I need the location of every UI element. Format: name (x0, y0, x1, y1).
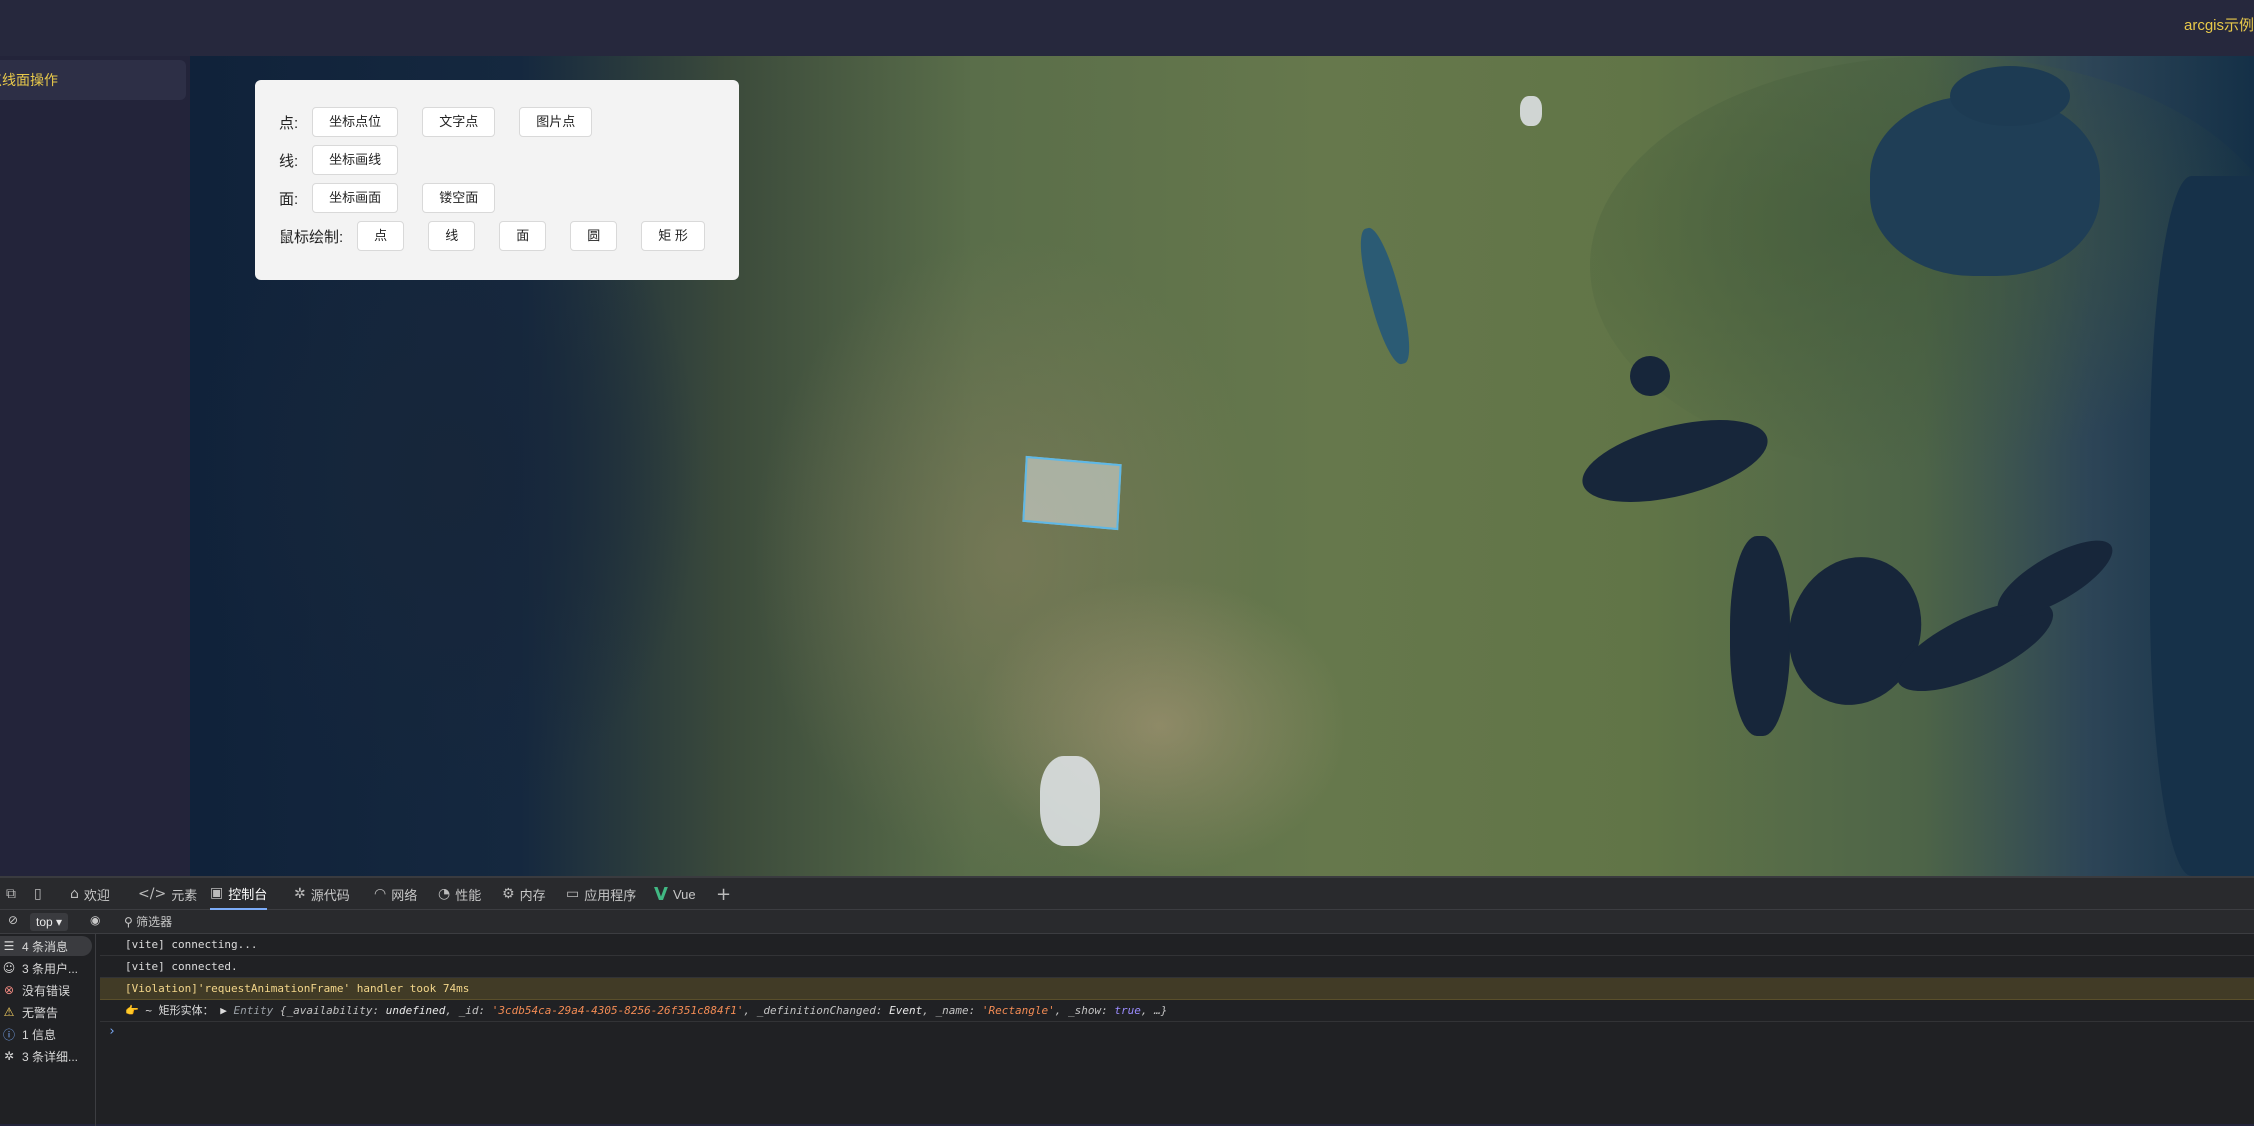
tab-welcome[interactable]: ⌂ 欢迎 (70, 878, 110, 910)
filter-warnings[interactable]: ⚠ 无警告 (0, 1002, 92, 1022)
app-icon: ▭ (566, 886, 580, 902)
terrain-shading (970, 576, 1350, 876)
draw-control-panel: 点: 坐标点位 文字点 图片点 线: 坐标画线 面: 坐标画面 镂空面 鼠标绘制… (255, 80, 739, 280)
console-toolbar: ⊘ top ▾ ◉ ⚲ 筛选器 (0, 910, 2254, 934)
info-icon: ⓘ (2, 1027, 15, 1042)
console-message[interactable]: [vite] connected. (100, 956, 2254, 978)
lake (1987, 526, 2123, 631)
add-tab-icon[interactable]: + (716, 878, 736, 910)
console-output: [vite] connecting... [vite] connected. [… (100, 934, 2254, 1126)
line-row: 线: 坐标画线 (279, 144, 422, 176)
eye-icon[interactable]: ◉ (90, 913, 100, 927)
sidebar-item-point-line-polygon[interactable]: 点线面操作 (0, 60, 186, 100)
draw-point-button[interactable]: 点 (357, 221, 405, 251)
console-prompt-icon[interactable]: › (108, 1024, 116, 1039)
tab-console[interactable]: ▣ 控制台 (210, 878, 268, 910)
filter-input[interactable]: ⚲ 筛选器 (124, 913, 172, 930)
lake (1630, 356, 1670, 396)
lake (1768, 538, 1942, 724)
filter-info[interactable]: ⓘ 1 信息 (0, 1024, 92, 1044)
devtools-tabbar: ⧉ ▯ ⌂ 欢迎 </> 元素 ▣ 控制台 ✲ 源代码 ◠ 网络 ◔ 性能 ⚙ 内存 ▭ 应用程… (0, 878, 2254, 910)
snow-patch (1520, 96, 1542, 126)
bug-icon: ✲ (3, 1049, 15, 1063)
draw-polygon-button[interactable]: 面 (499, 221, 547, 251)
filter-verbose[interactable]: ✲ 3 条详细... (0, 1046, 92, 1066)
tab-vue[interactable]: V Vue (654, 878, 696, 910)
draw-rectangle-button[interactable]: 矩 形 (641, 221, 705, 251)
draw-circle-button[interactable]: 圆 (570, 221, 618, 251)
lake (1352, 224, 1418, 368)
gauge-icon: ◔ (438, 886, 451, 902)
line-label: 线: (279, 152, 299, 170)
text-point-button[interactable]: 文字点 (422, 107, 496, 137)
polygon-label: 面: (279, 190, 299, 208)
coordinate-polygon-button[interactable]: 坐标画面 (312, 183, 399, 213)
list-icon: ☰ (3, 939, 15, 953)
draw-line-button[interactable]: 线 (428, 221, 476, 251)
dock-icon[interactable]: ▯ (34, 878, 47, 910)
device-toggle-icon[interactable]: ⧉ (6, 878, 21, 910)
app-brand[interactable]: arcgis示例 (2184, 14, 2254, 35)
app-header: arcgis示例 (0, 0, 2254, 56)
point-row: 点: 坐标点位 文字点 图片点 (279, 106, 616, 138)
console-sidebar: ☰ 4 条消息 ☺ 3 条用户... ⊗ 没有错误 ⚠ 无警告 ⓘ 1 信息 ✲ 3 条详细… (0, 934, 96, 1126)
tab-elements[interactable]: </> 元素 (138, 878, 197, 910)
snow-patch (1040, 756, 1100, 846)
code-icon: </> (138, 886, 167, 902)
filter-errors[interactable]: ⊗ 没有错误 (0, 980, 92, 1000)
tab-performance[interactable]: ◔ 性能 (438, 878, 481, 910)
gear-icon: ⚙ (502, 886, 515, 902)
console-icon: ▣ (210, 885, 224, 901)
clear-console-icon[interactable]: ⊘ (8, 913, 18, 927)
coordinate-point-button[interactable]: 坐标点位 (312, 107, 399, 137)
vue-icon: V (654, 883, 668, 905)
tab-application[interactable]: ▭ 应用程序 (566, 878, 636, 910)
mouse-draw-label: 鼠标绘制: (279, 228, 344, 246)
expand-triangle-icon[interactable]: ▶ (220, 1004, 227, 1017)
sidebar: 点线面操作 (0, 56, 190, 876)
tab-memory[interactable]: ⚙ 内存 (502, 878, 546, 910)
tab-sources[interactable]: ✲ 源代码 (294, 878, 350, 910)
image-point-button[interactable]: 图片点 (519, 107, 593, 137)
bug-icon: ✲ (294, 886, 306, 902)
tab-network[interactable]: ◠ 网络 (374, 878, 417, 910)
wifi-icon: ◠ (374, 886, 387, 902)
warning-icon: ⚠ (3, 1005, 15, 1019)
user-icon: ☺ (2, 961, 16, 975)
lake (2150, 176, 2254, 876)
coordinate-line-button[interactable]: 坐标画线 (312, 145, 399, 175)
polygon-row: 面: 坐标画面 镂空面 (279, 182, 519, 214)
filter-all-messages[interactable]: ☰ 4 条消息 (0, 936, 92, 956)
filter-user-messages[interactable]: ☺ 3 条用户... (0, 958, 92, 978)
lake (1730, 536, 1790, 736)
lake (1950, 66, 2070, 126)
error-icon: ⊗ (3, 983, 15, 997)
console-violation[interactable]: [Violation]'requestAnimationFrame' handl… (100, 978, 2254, 1000)
mouse-draw-row: 鼠标绘制: 点 线 面 圆 矩 形 (279, 220, 705, 252)
drawn-rectangle[interactable] (1022, 455, 1122, 531)
home-icon: ⌂ (70, 886, 79, 902)
console-entity-log[interactable]: 👉 ~ 矩形实体： ▶ Entity {_availability: undef… (100, 1000, 2254, 1022)
point-label: 点: (279, 114, 299, 132)
devtools-panel: ⧉ ▯ ⌂ 欢迎 </> 元素 ▣ 控制台 ✲ 源代码 ◠ 网络 ◔ 性能 ⚙ 内存 ▭ 应用程… (0, 876, 2254, 1126)
context-select[interactable]: top ▾ (30, 913, 69, 931)
console-message[interactable]: [vite] connecting... (100, 934, 2254, 956)
hollow-polygon-button[interactable]: 镂空面 (422, 183, 496, 213)
